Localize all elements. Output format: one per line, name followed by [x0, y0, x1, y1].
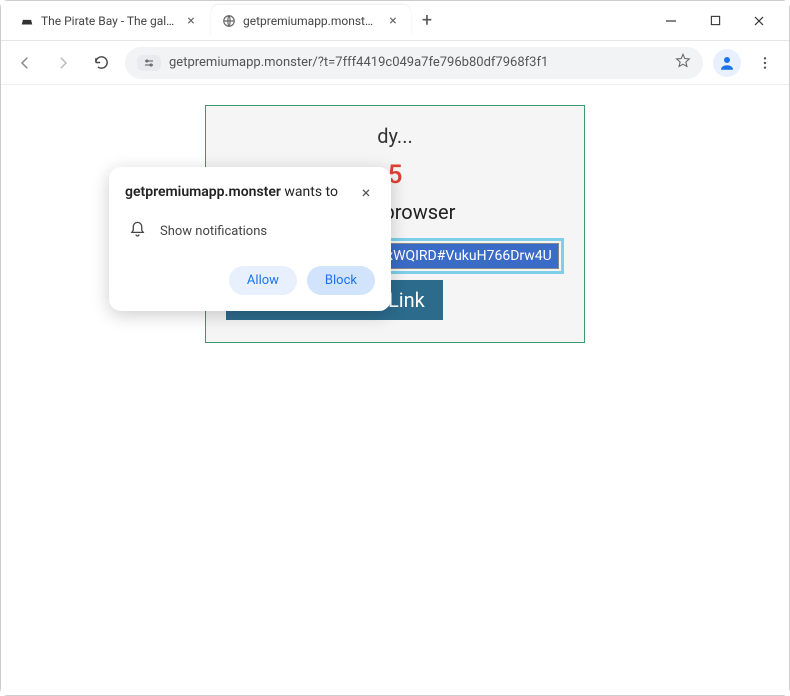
notification-title: getpremiumapp.monster wants to	[125, 183, 338, 201]
notification-permission-popup: getpremiumapp.monster wants to × Show no…	[109, 167, 391, 311]
notification-body: Show notifications	[125, 221, 375, 242]
forward-button[interactable]	[49, 49, 77, 77]
url-text: getpremiumapp.monster/?t=7fff4419c049a7f…	[169, 55, 667, 70]
reload-button[interactable]	[87, 49, 115, 77]
tabs-area: The Pirate Bay - The galaxy's m × getpre…	[9, 1, 657, 40]
notification-site: getpremiumapp.monster	[125, 184, 281, 200]
notification-actions: Allow Block	[125, 266, 375, 295]
site-info-badge[interactable]	[137, 55, 161, 71]
tab-inactive[interactable]: The Pirate Bay - The galaxy's m ×	[9, 5, 209, 37]
tab-active[interactable]: getpremiumapp.monster/?t=7f ×	[211, 5, 411, 37]
tab-title: getpremiumapp.monster/?t=7f	[243, 14, 379, 28]
page-content: PC risk.com dy... 5 RL in browser Copy D…	[1, 85, 789, 695]
notification-header: getpremiumapp.monster wants to ×	[125, 183, 375, 201]
close-icon[interactable]: ×	[357, 183, 375, 201]
bookmark-star-icon[interactable]	[675, 53, 691, 73]
profile-button[interactable]	[713, 49, 741, 77]
bell-icon	[129, 221, 146, 242]
notification-wants: wants to	[281, 184, 338, 200]
tab-title: The Pirate Bay - The galaxy's m	[41, 14, 177, 28]
allow-button[interactable]: Allow	[229, 266, 297, 295]
browser-window: The Pirate Bay - The galaxy's m × getpre…	[0, 0, 790, 696]
close-icon[interactable]: ×	[183, 13, 199, 29]
address-bar[interactable]: getpremiumapp.monster/?t=7fff4419c049a7f…	[125, 47, 703, 79]
block-button[interactable]: Block	[307, 266, 375, 295]
ship-icon	[19, 13, 35, 29]
back-button[interactable]	[11, 49, 39, 77]
close-window-button[interactable]	[745, 7, 773, 35]
ready-text: dy...	[226, 124, 564, 148]
watermark-text: risk.com	[181, 415, 551, 544]
new-tab-button[interactable]: +	[413, 7, 441, 35]
titlebar: The Pirate Bay - The galaxy's m × getpre…	[1, 1, 789, 41]
globe-icon	[221, 13, 237, 29]
maximize-button[interactable]	[701, 7, 729, 35]
kebab-menu-icon[interactable]	[751, 49, 779, 77]
toolbar: getpremiumapp.monster/?t=7fff4419c049a7f…	[1, 41, 789, 85]
notification-body-text: Show notifications	[160, 224, 267, 239]
minimize-button[interactable]	[657, 7, 685, 35]
window-controls	[657, 7, 781, 35]
close-icon[interactable]: ×	[385, 13, 401, 29]
tune-icon	[143, 57, 155, 69]
